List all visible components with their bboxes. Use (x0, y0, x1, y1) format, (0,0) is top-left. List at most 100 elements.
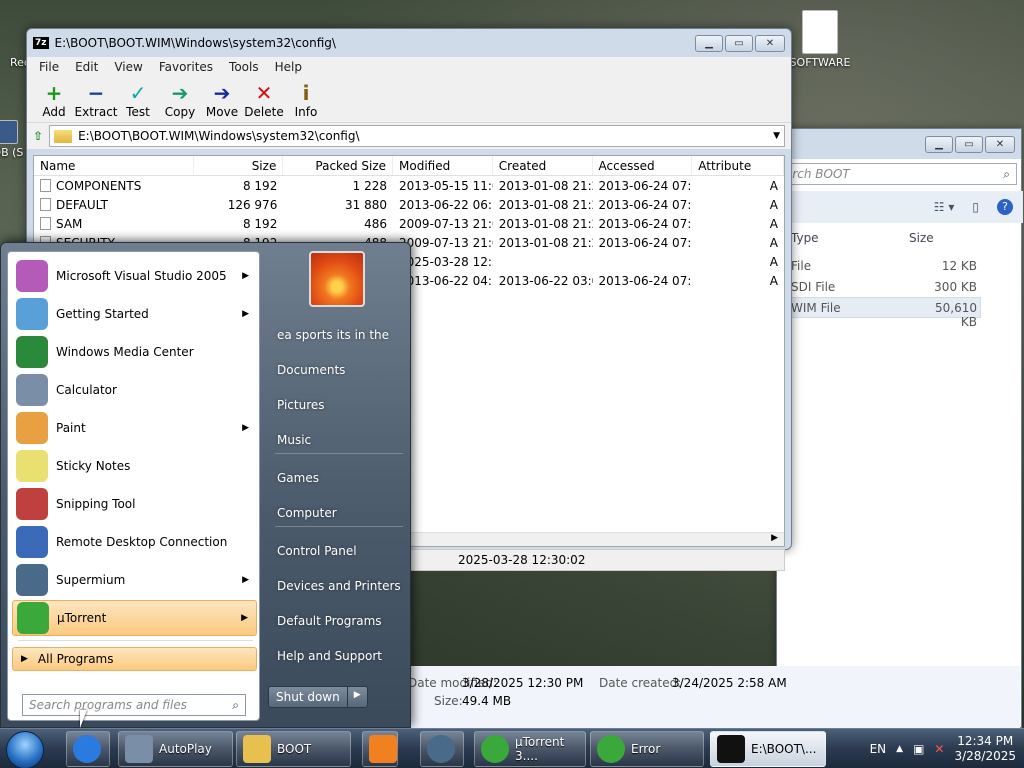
check-icon: ✓ (129, 81, 147, 105)
start-program-getting-started[interactable]: Getting Started ▶ (12, 296, 257, 332)
preview-pane-icon[interactable]: ▯ (972, 200, 979, 214)
view-options-icon[interactable]: ☷ ▾ (934, 200, 955, 214)
folder-icon (243, 735, 271, 763)
taskbar-button-internet-explorer[interactable] (66, 731, 110, 767)
menu-file[interactable]: File (31, 60, 67, 74)
cell-created: 2013-01-08 21:24 (498, 178, 593, 193)
menu-help[interactable]: Help (267, 60, 310, 74)
toolbar-info-button[interactable]: i Info (287, 81, 325, 119)
toolbar-copy-button[interactable]: ➔ Copy (161, 81, 199, 119)
shutdown-button[interactable]: Shut down ▶ (268, 686, 368, 708)
start-link-6[interactable]: Control Panel (277, 544, 357, 558)
tray-expand-icon[interactable]: ▲ (896, 744, 903, 754)
start-program-visual-studio[interactable]: Microsoft Visual Studio 2005 ▶ (12, 258, 257, 294)
cell-name: COMPONENTS (34, 178, 194, 193)
column-accessed[interactable]: Accessed (593, 156, 693, 175)
desktop-icon-software[interactable]: SOFTWARE (780, 10, 860, 69)
start-program-sticky-notes[interactable]: Sticky Notes (12, 448, 257, 484)
toolbar-delete-button[interactable]: ✕ Delete (244, 81, 283, 119)
taskbar-button-folder[interactable]: BOOT (236, 731, 351, 767)
start-program-scissors[interactable]: Snipping Tool (12, 486, 257, 522)
taskbar-button-media-player[interactable] (362, 731, 398, 767)
menubar: File Edit View Favorites Tools Help (27, 57, 791, 77)
file-icon (40, 178, 51, 192)
start-program-remote-desktop[interactable]: Remote Desktop Connection (12, 524, 257, 560)
column-name[interactable]: Name (34, 156, 194, 175)
start-link-1[interactable]: Documents (277, 363, 345, 377)
start-program-paint[interactable]: Paint ▶ (12, 410, 257, 446)
cell-created: 2013-01-08 21:24 (498, 216, 593, 231)
details-pane: Date modified: 3/28/2025 12:30 PM Date c… (400, 666, 1020, 728)
close-button[interactable]: ✕ (755, 34, 785, 52)
chevron-right-icon: ▶ (21, 654, 28, 664)
supermium-icon (16, 564, 48, 596)
start-link-0[interactable]: ea sports its in the (277, 328, 389, 342)
address-input[interactable]: E:\BOOT\BOOT.WIM\Windows\system32\config… (49, 125, 785, 147)
taskbar-button-utorrent[interactable]: µTorrent 3.... (474, 731, 586, 767)
taskbar-button-supermium[interactable] (420, 731, 464, 767)
status-modified: 2025-03-28 12:30:02 (458, 553, 586, 567)
start-link-9[interactable]: Help and Support (277, 649, 382, 663)
minimize-button[interactable]: ▁ (925, 135, 953, 153)
chevron-down-icon[interactable]: ▼ (773, 131, 780, 141)
start-program-supermium[interactable]: Supermium ▶ (12, 562, 257, 598)
media-player-icon (369, 735, 397, 763)
start-program-utorrent[interactable]: µTorrent ▶ (12, 600, 257, 636)
taskbar-button-utorrent[interactable]: Error (590, 731, 704, 767)
start-program-calculator[interactable]: Calculator (12, 372, 257, 408)
start-link-3[interactable]: Music (277, 433, 311, 447)
cell-accessed: 2013-06-24 07:04 (598, 273, 693, 288)
clock[interactable]: 12:34 PM 3/28/2025 (954, 734, 1016, 764)
taskbar-button-7zip[interactable]: E:\BOOT\... (710, 731, 826, 767)
up-folder-icon[interactable]: ⇧ (33, 129, 43, 143)
toolbar-test-button[interactable]: ✓ Test (119, 81, 157, 119)
column-modified[interactable]: Modified (393, 156, 493, 175)
menu-favorites[interactable]: Favorites (151, 60, 221, 74)
user-avatar[interactable] (309, 251, 365, 307)
menu-view[interactable]: View (106, 60, 150, 74)
start-link-4[interactable]: Games (277, 471, 319, 485)
toolbar-move-button[interactable]: ➔ Move (203, 81, 241, 119)
network-icon[interactable]: ▣ (913, 742, 924, 756)
start-program-media-center[interactable]: Windows Media Center (12, 334, 257, 370)
close-button[interactable]: ✕ (985, 135, 1015, 153)
file-icon (40, 197, 51, 211)
plus-icon: + (45, 81, 63, 105)
column-attribute[interactable]: Attribute (692, 156, 784, 175)
start-link-8[interactable]: Default Programs (277, 614, 382, 628)
column-type[interactable]: Type (791, 231, 819, 245)
start-menu[interactable]: Microsoft Visual Studio 2005 ▶ Getting Sta… (0, 242, 411, 728)
toolbar-extract-button[interactable]: − Extract (75, 81, 118, 119)
start-link-5[interactable]: Computer (277, 506, 337, 520)
table-row[interactable]: DEFAULT 126 976 31 880 2013-06-22 06:12 2013… (34, 195, 784, 214)
language-indicator[interactable]: EN (870, 742, 887, 756)
start-search-input[interactable]: Search programs and files ⌕ (22, 694, 246, 716)
column-created[interactable]: Created (493, 156, 593, 175)
chevron-right-icon[interactable]: ▶ (346, 687, 367, 707)
menu-edit[interactable]: Edit (67, 60, 106, 74)
start-link-7[interactable]: Devices and Printers (277, 579, 401, 593)
all-programs-button[interactable]: ▶ All Programs (12, 647, 257, 671)
column-size[interactable]: Size (194, 156, 284, 175)
chevron-right-icon[interactable]: ▶ (771, 533, 778, 543)
explorer-search-input[interactable]: Search BOOT ⌕ (770, 163, 1017, 185)
internet-explorer-icon (73, 735, 101, 763)
column-size[interactable]: Size (909, 231, 934, 245)
remote-desktop-icon (16, 526, 48, 558)
toolbar-add-button[interactable]: + Add (35, 81, 73, 119)
help-icon[interactable]: ? (997, 199, 1013, 215)
taskbar-button-autoplay[interactable]: AutoPlay (118, 731, 233, 767)
start-menu-right-pane: ea sports its in the Documents Pictures Mus… (263, 243, 411, 729)
table-row[interactable]: SAM 8 192 486 2009-07-13 21:09 2013-01-08 21… (34, 214, 784, 233)
table-row[interactable]: COMPONENTS 8 192 1 228 2013-05-15 11:07 2013… (34, 176, 784, 195)
menu-tools[interactable]: Tools (221, 60, 267, 74)
minimize-button[interactable]: ▁ (695, 34, 723, 52)
explorer-window[interactable]: ▁ ▭ ✕ Search BOOT ⌕ ☷ ▾ ▯ ? Type Size Fi… (770, 128, 1023, 728)
cell-modified: 2009-07-13 21:09 (399, 216, 493, 231)
maximize-button[interactable]: ▭ (955, 135, 983, 153)
maximize-button[interactable]: ▭ (725, 34, 753, 52)
start-button[interactable] (6, 731, 44, 768)
volume-muted-icon[interactable]: ✕ (934, 742, 944, 756)
column-packed-size[interactable]: Packed Size (283, 156, 394, 175)
start-link-2[interactable]: Pictures (277, 398, 325, 412)
